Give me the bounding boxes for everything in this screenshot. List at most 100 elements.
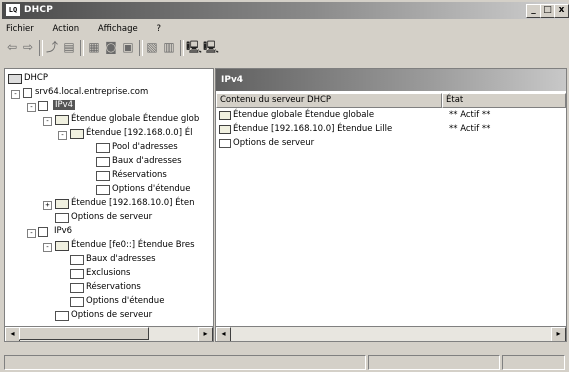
tree-horizontal-scrollbar[interactable]: ◂ ▸ xyxy=(5,326,213,341)
menu-bar: Fichier Action Affichage ? xyxy=(4,22,175,37)
list-item[interactable]: Étendue [192.168.10.0] Étendue Lille ** … xyxy=(219,124,559,136)
server-icon xyxy=(23,88,32,98)
scope-options-icon xyxy=(96,185,110,195)
collapse-toggle[interactable]: - xyxy=(58,131,67,140)
help-icon[interactable]: ▧ xyxy=(144,40,160,55)
refresh-icon[interactable]: ◙ xyxy=(103,40,119,55)
tree-label: Baux d'adresses xyxy=(86,254,156,264)
column-header-label: Contenu du serveur DHCP xyxy=(220,95,332,105)
tree-label: Options d'étendue xyxy=(86,296,165,306)
ipv4-icon xyxy=(38,101,48,111)
status-panel xyxy=(502,355,565,370)
maximize-button[interactable]: □ xyxy=(540,4,555,18)
pool-icon xyxy=(96,143,110,153)
status-bar xyxy=(4,355,565,370)
details-header-title: IPv4 xyxy=(221,75,244,85)
scroll-thumb[interactable] xyxy=(19,327,149,340)
tree-label: Pool d'adresses xyxy=(112,142,178,152)
folder-icon xyxy=(70,129,84,139)
tree-label: Options d'étendue xyxy=(112,184,191,194)
details-pane: IPv4 Contenu du serveur DHCP État Étendu… xyxy=(215,68,567,342)
menu-fichier[interactable]: Fichier xyxy=(4,22,36,36)
server-options-icon xyxy=(219,139,231,148)
tree-pane[interactable]: DHCP - srv64.local.entreprise.com - IPv4… xyxy=(4,68,214,342)
reservations-icon xyxy=(70,283,84,293)
back-icon[interactable]: ⇦ xyxy=(4,40,20,55)
scroll-left-button[interactable]: ◂ xyxy=(5,327,20,341)
server-options-icon xyxy=(55,213,69,223)
title-bar[interactable]: LQ DHCP _ □ x xyxy=(2,2,569,19)
folder-icon xyxy=(55,241,69,251)
column-header-content[interactable]: Contenu du serveur DHCP xyxy=(216,93,442,108)
leases-icon xyxy=(70,255,84,265)
toolbar: ⇦ ⇨ ⤴ ▤ ▦ ◙ ▣ ▧ ▥ 🖳 🖳 xyxy=(4,38,564,58)
list-item-state: ** Actif ** xyxy=(449,124,491,134)
expand-toggle[interactable]: + xyxy=(43,201,52,210)
tree-label: Options de serveur xyxy=(71,310,153,320)
dhcp-app-icon: LQ xyxy=(6,4,20,16)
tree-label: Étendue globale Étendue glob xyxy=(71,114,200,124)
ipv6-icon xyxy=(38,227,48,237)
list-item[interactable]: Options de serveur xyxy=(219,138,559,150)
tree-label: Réservations xyxy=(86,282,141,292)
details-horizontal-scrollbar[interactable]: ◂ ▸ xyxy=(216,326,566,341)
collapse-toggle[interactable]: - xyxy=(43,117,52,126)
folder-icon xyxy=(55,115,69,125)
tree-label: Étendue [fe0::] Étendue Bres xyxy=(71,240,195,250)
collapse-toggle[interactable]: - xyxy=(11,90,20,99)
menu-affichage[interactable]: Affichage xyxy=(96,22,140,36)
toolbar-separator xyxy=(139,40,143,56)
list-item-name: Étendue [192.168.10.0] Étendue Lille xyxy=(233,124,393,134)
scroll-right-button[interactable]: ▸ xyxy=(198,327,213,341)
close-button[interactable]: x xyxy=(554,4,569,18)
server-add-icon[interactable]: 🖳 xyxy=(186,40,202,55)
server-remove-icon[interactable]: 🖳 xyxy=(203,40,219,55)
column-header-label: État xyxy=(446,95,464,105)
forward-icon[interactable]: ⇨ xyxy=(20,40,36,55)
status-panel xyxy=(4,355,366,370)
scope-options-icon xyxy=(70,297,84,307)
column-header-state[interactable]: État xyxy=(442,93,566,108)
toolbar-separator xyxy=(180,40,184,56)
collapse-toggle[interactable]: - xyxy=(27,103,36,112)
console-icon[interactable]: ▥ xyxy=(161,40,177,55)
menu-action[interactable]: Action xyxy=(50,22,81,36)
list-item-state: ** Actif ** xyxy=(449,110,491,120)
tree-label: Étendue [192.168.10.0] Éten xyxy=(71,198,195,208)
export-icon[interactable]: ▣ xyxy=(120,40,136,55)
scroll-right-button[interactable]: ▸ xyxy=(551,327,566,341)
server-options-icon xyxy=(55,311,69,321)
tree-label: Réservations xyxy=(112,170,167,180)
toolbar-separator xyxy=(39,40,43,56)
tree-label: Exclusions xyxy=(86,268,131,278)
folder-icon xyxy=(219,125,231,134)
leases-icon xyxy=(96,157,110,167)
window-title: DHCP xyxy=(24,5,54,15)
dhcp-root-icon xyxy=(8,74,22,84)
show-tree-icon[interactable]: ▤ xyxy=(61,40,77,55)
collapse-toggle[interactable]: - xyxy=(27,229,36,238)
details-header: IPv4 xyxy=(216,69,566,91)
tree-label: Options de serveur xyxy=(71,212,153,222)
dhcp-window: LQ DHCP _ □ x Fichier Action Affichage ?… xyxy=(0,0,569,372)
collapse-toggle[interactable]: - xyxy=(43,243,52,252)
exclusions-icon xyxy=(70,269,84,279)
minimize-button[interactable]: _ xyxy=(526,4,541,18)
tree-label: Étendue [192.168.0.0] Él xyxy=(86,128,193,138)
status-panel xyxy=(368,355,500,370)
folder-icon xyxy=(219,111,231,120)
folder-icon xyxy=(55,199,69,209)
list-item[interactable]: Étendue globale Étendue globale ** Actif… xyxy=(219,110,559,122)
list-item-name: Étendue globale Étendue globale xyxy=(233,110,375,120)
properties-icon[interactable]: ▦ xyxy=(86,40,102,55)
tree-label: IPv6 xyxy=(54,226,73,236)
tree-label: Baux d'adresses xyxy=(112,156,182,166)
scroll-left-button[interactable]: ◂ xyxy=(216,327,231,341)
tree-label: srv64.local.entreprise.com xyxy=(35,87,149,97)
reservations-icon xyxy=(96,171,110,181)
list-item-name: Options de serveur xyxy=(233,138,315,148)
menu-help[interactable]: ? xyxy=(154,22,163,36)
up-icon[interactable]: ⤴ xyxy=(44,40,60,55)
tree-label-selected: IPv4 xyxy=(53,100,76,110)
tree-label: DHCP xyxy=(24,73,48,83)
